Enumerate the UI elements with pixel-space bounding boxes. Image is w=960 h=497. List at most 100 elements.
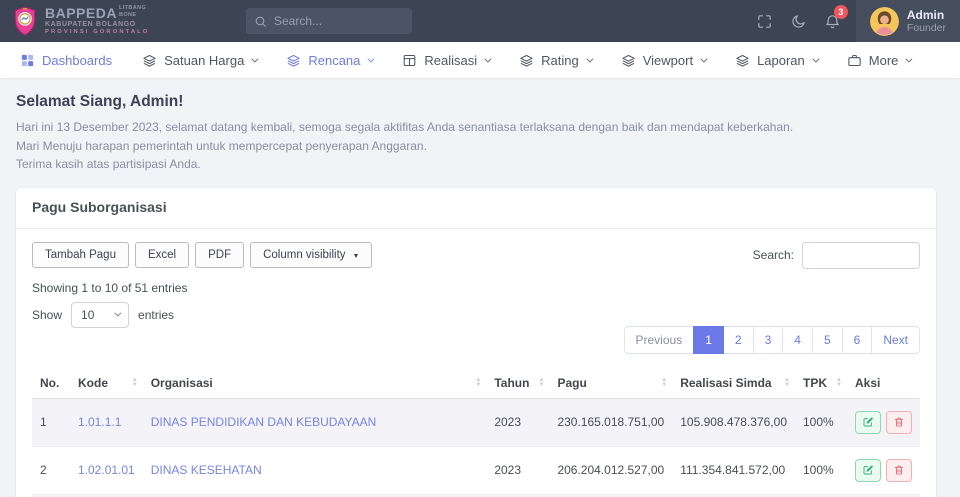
excel-export-button[interactable]: Excel [134, 242, 190, 269]
cell-tahun: 2023 [486, 446, 550, 495]
pdf-export-button[interactable]: PDF [195, 242, 245, 269]
nav-item-viewport[interactable]: Viewport [621, 53, 708, 68]
pagination-page-6[interactable]: 6 [841, 325, 873, 354]
table-row: 2 1.02.01.01 DINAS KESEHATAN 2023 206.20… [32, 446, 920, 495]
welcome-line-3: Terima kasih atas partisipasi Anda. [16, 157, 201, 172]
entries-label: entries [138, 307, 175, 322]
sort-icon [132, 378, 138, 388]
chevron-down-icon [586, 55, 594, 63]
cell-no: 2 [32, 446, 70, 495]
brand-sub-litbang: LITBANG [118, 5, 147, 12]
delete-button[interactable] [886, 410, 912, 434]
cell-tpk: 100% [795, 446, 847, 495]
notification-badge: 3 [833, 5, 848, 19]
page-size-select[interactable]: 10 [71, 301, 130, 328]
user-name: Admin [906, 7, 945, 22]
layers-icon [520, 54, 533, 67]
table-row: 1 1.01.1.1 DINAS PENDIDIKAN DAN KEBUDAYA… [32, 398, 920, 447]
chevron-down-icon [114, 309, 122, 317]
caret-down-icon [353, 249, 360, 261]
col-tahun[interactable]: Tahun [486, 367, 550, 399]
kode-link[interactable]: 1.01.1.1 [78, 415, 121, 429]
cell-tpk: 100% [795, 398, 847, 447]
moon-icon [792, 14, 806, 28]
brand-logo[interactable]: BAPPEDA LITBANG BONE KABUPATEN BOLANGO P… [12, 6, 190, 36]
table-icon [404, 54, 416, 66]
chevron-down-icon [367, 55, 375, 63]
user-menu[interactable]: Admin Founder [855, 0, 960, 42]
pagination-previous[interactable]: Previous [623, 325, 695, 354]
edit-button[interactable] [855, 410, 881, 434]
fullscreen-icon [758, 14, 772, 28]
nav-item-more[interactable]: More [847, 53, 913, 68]
sort-icon [836, 378, 842, 388]
organisasi-link[interactable]: DINAS KESEHATAN [151, 463, 262, 477]
show-label: Show [32, 307, 63, 322]
cell-tahun: 2023 [486, 398, 550, 447]
user-role: Founder [906, 21, 946, 34]
pagu-card: Pagu Suborganisasi Tambah Pagu Excel PDF… [16, 187, 936, 497]
sort-icon [784, 378, 790, 388]
welcome-line-2: Mari Menuju harapan pemerintah untuk mem… [16, 138, 427, 153]
grid-icon [21, 54, 34, 66]
brand-sub-kabupaten: KABUPATEN BOLANGO [45, 21, 136, 29]
cell-realisasi: 105.908.478.376,00 [672, 398, 795, 447]
pagination-page-3[interactable]: 3 [752, 325, 784, 354]
col-kode[interactable]: Kode [70, 367, 143, 399]
pagination-page-2[interactable]: 2 [722, 325, 754, 354]
chevron-down-icon [700, 55, 708, 63]
global-search [246, 8, 412, 34]
col-realisasi-simda[interactable]: Realisasi Simda [672, 367, 795, 399]
kode-link[interactable]: 1.02.01.01 [78, 463, 135, 477]
brand-sub-provinsi: PROVINSI GORONTALO [45, 29, 150, 36]
pagination-page-5[interactable]: 5 [811, 325, 843, 354]
col-organisasi[interactable]: Organisasi [142, 367, 487, 399]
welcome-line-1: Hari ini 13 Desember 2023, selamat datan… [16, 120, 794, 134]
col-tpk[interactable]: TPK [795, 367, 847, 399]
nav-item-dashboards[interactable]: Dashboards [20, 53, 112, 68]
pagination-page-1[interactable]: 1 [693, 325, 724, 354]
chevron-down-icon [905, 55, 913, 63]
welcome-title: Selamat Siang, Admin! [16, 93, 184, 110]
edit-button[interactable] [855, 458, 881, 482]
table-search-label: Search: [752, 248, 794, 263]
brand-name: BAPPEDA [45, 5, 117, 22]
dark-mode-button[interactable] [782, 0, 816, 42]
cell-realisasi: 111.354.841.572,00 [672, 446, 795, 495]
column-visibility-button[interactable]: Column visibility [250, 242, 373, 269]
cell-pagu: 206.204.012.527,00 [549, 446, 673, 495]
sort-icon [475, 378, 481, 388]
table-header-row: No. Kode Organisasi Tahun Pagu Realisasi… [32, 367, 920, 399]
nav-item-satuan-harga[interactable]: Satuan Harga [142, 53, 259, 68]
tambah-pagu-button[interactable]: Tambah Pagu [32, 242, 129, 269]
edit-icon [863, 465, 873, 475]
briefcase-icon [848, 54, 861, 66]
chevron-down-icon [484, 55, 492, 63]
pagination-page-4[interactable]: 4 [782, 325, 813, 354]
cell-pagu: 230.165.018.751,00 [549, 398, 673, 447]
chevron-down-icon [812, 55, 820, 63]
table-search-input[interactable] [802, 241, 920, 269]
nav-item-laporan[interactable]: Laporan [735, 53, 820, 68]
pagination-next[interactable]: Next [871, 325, 920, 354]
pagu-table: No. Kode Organisasi Tahun Pagu Realisasi… [32, 367, 920, 497]
trash-icon [895, 417, 903, 427]
avatar [869, 6, 899, 36]
edit-icon [863, 417, 873, 427]
fullscreen-button[interactable] [748, 0, 782, 42]
col-pagu[interactable]: Pagu [549, 367, 673, 399]
entries-info: Showing 1 to 10 of 51 entries [32, 280, 188, 295]
layers-icon [622, 54, 635, 67]
sort-icon [661, 378, 667, 388]
card-title: Pagu Suborganisasi [32, 198, 167, 215]
nav-item-rencana[interactable]: Rencana [286, 53, 375, 68]
delete-button[interactable] [886, 458, 912, 482]
layers-icon [736, 54, 749, 67]
organisasi-link[interactable]: DINAS PENDIDIKAN DAN KEBUDAYAAN [151, 415, 377, 429]
global-search-input[interactable] [274, 14, 404, 28]
search-icon [255, 16, 266, 27]
pagination: Previous 1 2 3 4 5 6 Next [623, 325, 920, 354]
notifications-button[interactable]: 3 [816, 0, 850, 42]
nav-item-rating[interactable]: Rating [519, 53, 594, 68]
nav-item-realisasi[interactable]: Realisasi [402, 53, 492, 68]
